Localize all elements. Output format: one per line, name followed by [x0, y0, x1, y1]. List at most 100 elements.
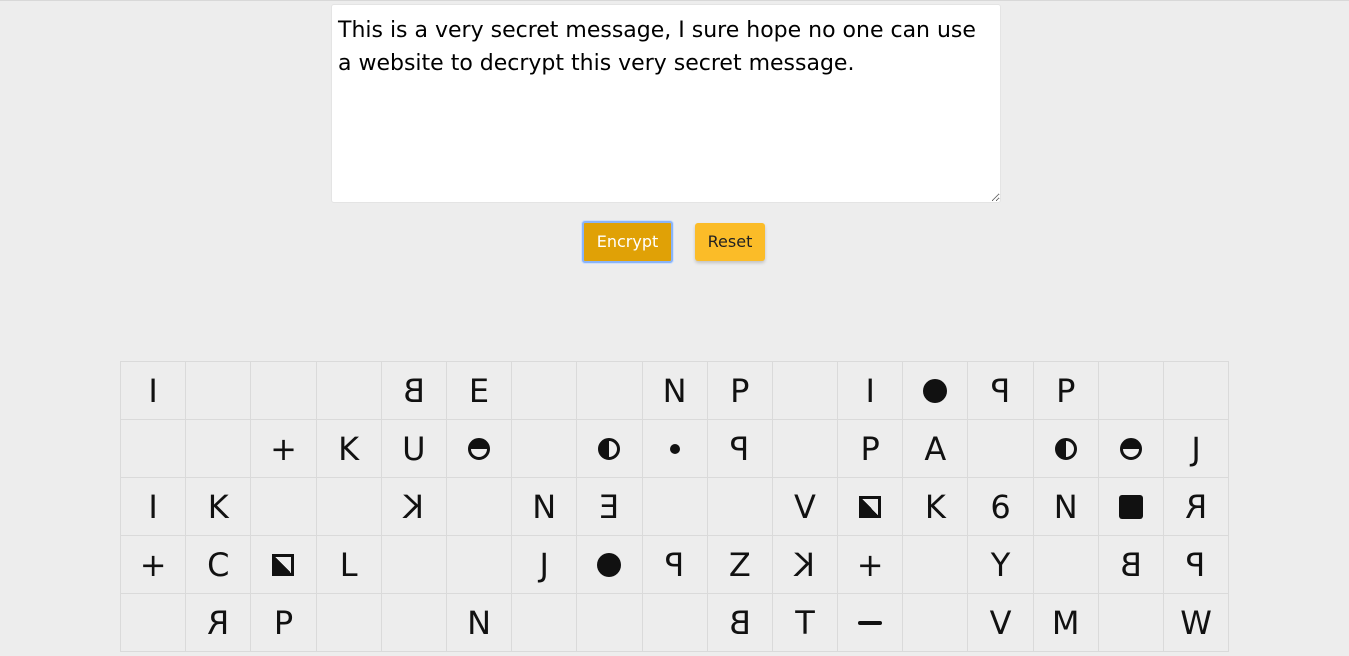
cipher-cell: I — [838, 362, 904, 420]
cipher-cell: E — [446, 362, 513, 420]
glyph-k-mirrored: K — [794, 545, 816, 584]
cipher-cell — [903, 362, 969, 420]
cipher-cell: M — [1033, 594, 1099, 652]
cipher-cell: + — [251, 420, 317, 478]
glyph-p-mirrored: P — [990, 371, 1011, 410]
cipher-cell: T — [772, 594, 839, 652]
glyph-a: A — [924, 429, 947, 468]
cipher-cell — [1098, 420, 1164, 478]
cipher-cell: J — [1164, 420, 1230, 478]
cipher-cell — [316, 362, 382, 420]
glyph-t: T — [795, 603, 815, 642]
glyph-p: P — [1056, 371, 1076, 410]
cipher-cell — [381, 594, 447, 652]
cipher-cell: K — [186, 478, 252, 536]
glyph-y: Y — [990, 545, 1011, 584]
cipher-cell — [1033, 420, 1099, 478]
glyph-plus: + — [270, 429, 297, 468]
cipher-cell — [251, 478, 317, 536]
cipher-cell — [772, 420, 839, 478]
cipher-cell: R — [186, 594, 252, 652]
cipher-cell: E — [577, 478, 643, 536]
cipher-cell — [316, 478, 382, 536]
glyph-b-mirrored: B — [1119, 545, 1142, 584]
reset-button[interactable]: Reset — [695, 223, 765, 261]
glyph-p: P — [273, 603, 294, 642]
cipher-cell — [316, 594, 382, 652]
cipher-cell: P — [968, 362, 1034, 420]
cipher-cell: + — [121, 536, 187, 594]
cipher-cell: + — [838, 536, 904, 594]
cipher-cell: K — [772, 536, 839, 594]
glyph-i: I — [148, 487, 158, 526]
cipher-cell — [446, 420, 513, 478]
cipher-cell: R — [1164, 478, 1230, 536]
filled-circle-icon — [597, 552, 622, 577]
encrypt-button[interactable]: Encrypt — [582, 221, 673, 263]
cipher-cell — [642, 594, 708, 652]
cipher-cell: P — [251, 594, 317, 652]
cipher-cell — [186, 420, 252, 478]
cipher-cell — [577, 362, 643, 420]
glyph-e: E — [468, 371, 490, 410]
half-filled-circle-icon — [598, 437, 621, 460]
cipher-cell — [642, 420, 708, 478]
glyph-n: N — [467, 603, 491, 642]
cipher-cell: N — [642, 362, 708, 420]
glyph-m: M — [1051, 603, 1080, 642]
cipher-cell: B — [1098, 536, 1164, 594]
glyph-i-dotted: I — [865, 371, 875, 410]
cipher-cell — [186, 362, 252, 420]
cipher-cell — [577, 420, 643, 478]
cipher-cell: P — [642, 536, 708, 594]
cipher-cell: N — [446, 594, 513, 652]
cipher-cell: J — [512, 536, 578, 594]
glyph-w: W — [1180, 603, 1212, 642]
cipher-cell — [903, 536, 969, 594]
cipher-cell — [1033, 536, 1099, 594]
cipher-cell — [121, 594, 187, 652]
cipher-cell: V — [968, 594, 1034, 652]
half-filled-circle-icon — [1054, 437, 1077, 460]
cipher-cell: N — [512, 478, 578, 536]
cipher-cell — [1098, 594, 1164, 652]
glyph-p: P — [860, 429, 880, 468]
glyph-p-mirrored: P — [730, 429, 750, 468]
cipher-cell: 6 — [968, 478, 1034, 536]
glyph-e-mirrored: E — [599, 487, 620, 526]
cipher-cell — [642, 478, 708, 536]
cipher-cell: W — [1164, 594, 1230, 652]
cipher-cell: P — [707, 420, 773, 478]
cipher-cell: N — [1033, 478, 1099, 536]
cipher-cell: A — [903, 420, 969, 478]
cipher-cell: Y — [968, 536, 1034, 594]
message-textarea[interactable]: This is a very secret message, I sure ho… — [331, 4, 1001, 203]
cipher-cell — [446, 478, 513, 536]
top-divider — [0, 0, 1349, 1]
glyph-r-mirrored: R — [207, 603, 230, 642]
glyph-i-dotted: I — [148, 371, 158, 410]
glyph-r-mirrored: R — [1184, 487, 1208, 526]
cipher-cell — [838, 478, 904, 536]
small-dot-icon — [669, 443, 680, 454]
glyph-k-mirrored: K — [403, 487, 425, 526]
cipher-cell: P — [838, 420, 904, 478]
cipher-cell: B — [381, 362, 447, 420]
half-filled-circle-icon — [1119, 437, 1142, 460]
cipher-cell: P — [1033, 362, 1099, 420]
glyph-plus: + — [139, 545, 167, 584]
cipher-cell: C — [186, 536, 252, 594]
glyph-6: 6 — [990, 487, 1011, 526]
minus-icon — [858, 620, 883, 625]
cipher-cell: Z — [707, 536, 773, 594]
glyph-p-mirrored: P — [664, 545, 685, 584]
cipher-cell: K — [316, 420, 382, 478]
cipher-cell — [577, 594, 643, 652]
cipher-cell — [512, 594, 578, 652]
cipher-cell — [251, 536, 317, 594]
cipher-cell — [838, 594, 904, 652]
glyph-n: N — [532, 487, 557, 526]
cipher-cell: L — [316, 536, 382, 594]
glyph-b-mirrored: B — [728, 603, 751, 642]
glyph-z: Z — [728, 545, 751, 584]
